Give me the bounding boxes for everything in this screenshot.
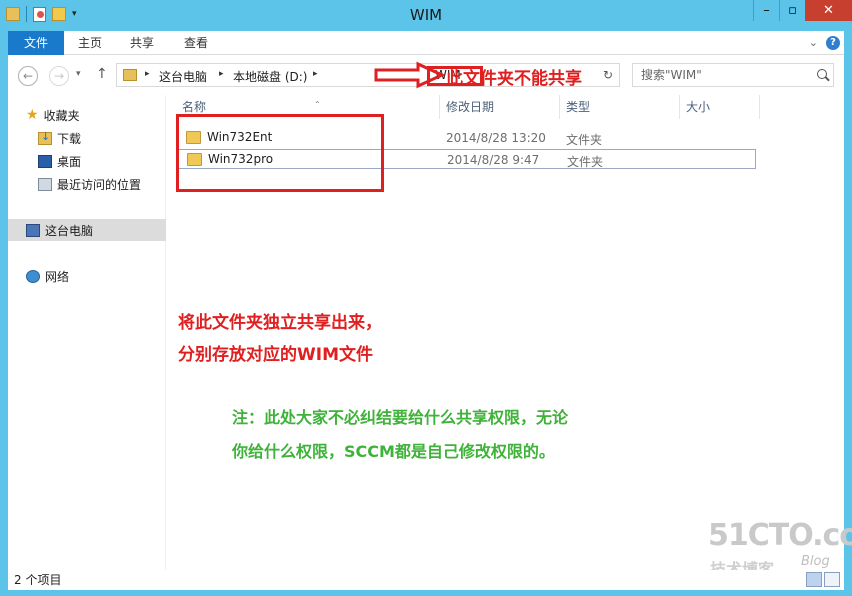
sidebar-item-label: 桌面 — [57, 154, 82, 169]
item-count: 2 个项目 — [14, 573, 62, 587]
sidebar-item-label: 下载 — [57, 131, 82, 146]
arrow-left-annotation — [374, 61, 446, 89]
column-header-label: 名称 — [182, 100, 207, 114]
file-type: 文件夹 — [566, 133, 603, 147]
view-toggle — [806, 572, 840, 587]
file-date: 2014/8/28 9:47 — [447, 153, 540, 167]
file-type: 文件夹 — [567, 155, 604, 169]
main-content: ★ 收藏夹 下载 桌面 最近访问的位置 这台电脑 网络 ⌃ 名称 修改日期 — [8, 95, 844, 570]
details-view-icon[interactable] — [806, 572, 822, 587]
sidebar-item-label: 这台电脑 — [45, 223, 94, 238]
recent-places-icon — [38, 177, 52, 191]
sidebar-item-favorites[interactable]: ★ 收藏夹 — [26, 106, 80, 124]
file-date: 2014/8/28 13:20 — [446, 131, 546, 145]
sidebar-item-recent[interactable]: 最近访问的位置 — [38, 175, 141, 193]
annotation-note-line1: 注：此处大家不必纠结要给什么共享权限，无论 — [232, 408, 569, 427]
status-bar: 2 个项目 — [8, 570, 844, 590]
watermark-logo: 51CTO.com — [708, 518, 852, 553]
downloads-folder-icon — [38, 130, 52, 145]
annotation-share-line2: 分别存放对应的WIM文件 — [178, 345, 373, 365]
sidebar-item-label: 最近访问的位置 — [57, 177, 142, 192]
large-icons-view-icon[interactable] — [824, 572, 840, 587]
sidebar-item-desktop[interactable]: 桌面 — [38, 152, 81, 170]
watermark-blog: Blog — [801, 554, 830, 569]
column-header-type[interactable]: 类型 — [560, 95, 680, 119]
sidebar-item-this-pc[interactable]: 这台电脑 — [8, 219, 166, 241]
annotation-not-shared: 此文件夹不能共享 — [446, 69, 582, 89]
this-pc-icon — [26, 223, 40, 237]
network-icon — [26, 269, 40, 283]
highlight-box — [176, 114, 384, 192]
sidebar-item-label: 收藏夹 — [43, 108, 80, 123]
annotation-share-line1: 将此文件夹独立共享出来， — [178, 313, 382, 333]
sidebar-item-label: 网络 — [45, 269, 70, 284]
sidebar-item-network[interactable]: 网络 — [26, 267, 69, 285]
column-header-date[interactable]: 修改日期 — [440, 95, 560, 119]
navigation-pane: ★ 收藏夹 下载 桌面 最近访问的位置 这台电脑 网络 — [8, 95, 166, 570]
annotation-note-line2: 你给什么权限，SCCM都是自己修改权限的。 — [232, 442, 555, 461]
column-header-size[interactable]: 大小 — [680, 95, 760, 119]
sidebar-item-downloads[interactable]: 下载 — [38, 129, 81, 147]
desktop-icon — [38, 154, 52, 168]
star-icon: ★ — [26, 106, 39, 123]
